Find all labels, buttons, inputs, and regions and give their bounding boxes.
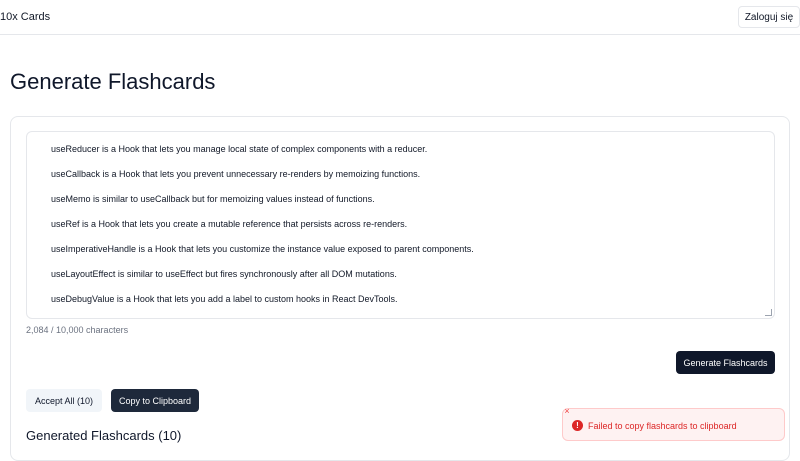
error-toast: × ! Failed to copy flashcards to clipboa… [562, 406, 785, 441]
login-button[interactable]: Zaloguj się [738, 6, 800, 28]
toast-message: Failed to copy flashcards to clipboard [588, 421, 737, 431]
generate-flashcards-button[interactable]: Generate Flashcards [676, 351, 775, 374]
source-text-line: useMemo is similar to useCallback but fo… [51, 194, 375, 204]
page-title: Generate Flashcards [10, 69, 216, 94]
top-navbar: 10x Cards Zaloguj się [0, 0, 800, 35]
generated-flashcards-heading: Generated Flashcards (10) [26, 428, 182, 443]
source-text-line: useImperativeHandle is a Hook that lets … [51, 244, 474, 254]
error-icon: ! [572, 420, 583, 431]
source-text-line: useCallback is a Hook that lets you prev… [51, 169, 421, 179]
copy-to-clipboard-button[interactable]: Copy to Clipboard [111, 389, 199, 412]
source-text-line: useLayoutEffect is similar to useEffect … [51, 269, 397, 279]
accept-all-button[interactable]: Accept All (10) [26, 389, 102, 412]
brand-logo-text[interactable]: 10x Cards [0, 11, 50, 23]
source-text-line: useReducer is a Hook that lets you manag… [51, 144, 428, 154]
close-icon[interactable]: × [562, 406, 572, 416]
source-text-textarea[interactable]: useReducer is a Hook that lets you manag… [26, 131, 775, 319]
resize-handle-icon[interactable] [765, 309, 772, 316]
character-counter: 2,084 / 10,000 characters [26, 325, 129, 335]
source-text-line: useDebugValue is a Hook that lets you ad… [51, 294, 398, 304]
source-text-line: useRef is a Hook that lets you create a … [51, 219, 408, 229]
